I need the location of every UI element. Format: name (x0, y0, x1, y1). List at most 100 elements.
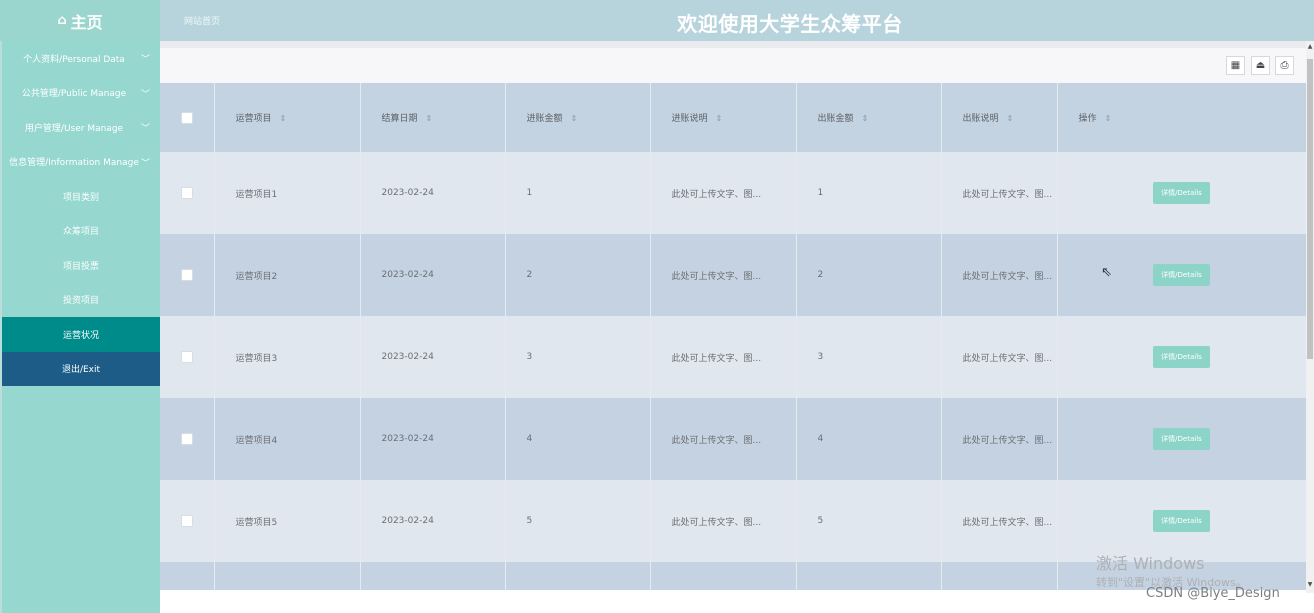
empty-cell (360, 562, 506, 590)
sidebar-menu-label: 用户管理/User Manage (24, 123, 124, 134)
chevron-down-icon: ﹀ (140, 124, 150, 134)
row-select-cell (160, 480, 215, 562)
column-header-label: 操作 (1078, 114, 1097, 124)
row-checkbox[interactable] (180, 515, 193, 527)
row-checkbox[interactable] (180, 269, 193, 281)
column-header[interactable]: 结算日期 ⇕ (360, 83, 506, 152)
watermark-line-1: 激活 Windows (1096, 554, 1205, 573)
details-button[interactable]: 详情/Details (1153, 264, 1210, 286)
cell-action: 详情/Details (1057, 316, 1307, 398)
sidebar-item-operation-status[interactable]: 运营状况 (2, 317, 160, 352)
cell-expense-note: 此处可上传文字、图... (941, 316, 1058, 398)
empty-cell (214, 562, 361, 590)
column-header[interactable]: 出账金额 ⇕ (796, 83, 942, 152)
empty-cell (796, 562, 942, 590)
sort-icon[interactable]: ⇕ (716, 114, 723, 123)
site-home-link[interactable]: 网站首页 (184, 14, 220, 27)
chevron-down-icon: ﹀ (140, 55, 150, 65)
row-checkbox[interactable] (180, 187, 193, 199)
sidebar-menu-information-manage[interactable]: 信息管理/Information Manage ﹀ (2, 145, 160, 180)
sidebar-item-project-category[interactable]: 项目类别 (2, 179, 160, 214)
cell-expense: 3 (796, 316, 942, 398)
csdn-credit: CSDN @Biye_Design (1146, 586, 1280, 601)
windows-activation-watermark: 激活 Windows 转到"设置"以激活 Windows。 (1096, 550, 1247, 590)
cell-project: 运营项目1 (214, 152, 361, 234)
scroll-down-icon[interactable]: ▼ (1306, 581, 1314, 588)
sidebar-menu-user-manage[interactable]: 用户管理/User Manage ﹀ (2, 110, 160, 145)
row-checkbox[interactable] (180, 433, 193, 445)
sidebar-menu-label: 公共管理/Public Manage (21, 89, 127, 100)
cell-expense: 1 (796, 152, 942, 234)
details-button[interactable]: 详情/Details (1153, 510, 1210, 532)
cell-action: 详情/Details (1057, 152, 1307, 234)
column-header-label: 结算日期 (381, 114, 418, 124)
column-header[interactable]: 运营项目 ⇕ (214, 83, 361, 152)
cell-project: 运营项目2 (214, 234, 361, 316)
sidebar-menu-public-manage[interactable]: 公共管理/Public Manage ﹀ (2, 76, 160, 111)
column-header-label: 进账金额 (526, 114, 563, 124)
column-header[interactable]: 进账金额 ⇕ (505, 83, 651, 152)
sidebar-item-investment-projects[interactable]: 投资项目 (2, 283, 160, 318)
empty-cell (650, 562, 797, 590)
chevron-down-icon: ﹀ (140, 89, 150, 100)
column-header[interactable]: 进账说明 ⇕ (650, 83, 797, 152)
scrollbar-thumb[interactable] (1307, 59, 1313, 359)
cell-income-note: 此处可上传文字、图... (650, 152, 797, 234)
cell-action: 详情/Details (1057, 234, 1307, 316)
cell-date: 2023-02-24 (360, 152, 506, 234)
vertical-scrollbar[interactable]: ▲ ▼ (1306, 41, 1314, 593)
home-link[interactable]: ⌂ 主页 (0, 0, 160, 41)
cell-expense: 2 (796, 234, 942, 316)
cell-date: 2023-02-24 (360, 398, 506, 480)
columns-icon[interactable]: ▦ (1226, 56, 1245, 75)
content-top-strip (160, 41, 1306, 48)
cell-income: 4 (505, 398, 651, 480)
table-row: 运营项目1 2023-02-24 1 此处可上传文字、图... 1 此处可上传文… (160, 152, 1307, 234)
table-header-row: 运营项目 ⇕ 结算日期 ⇕ 进账金额 ⇕ 进账说明 ⇕ 出账金额 ⇕ 出账说明 ⇕ 操作 ⇕ (160, 83, 1307, 152)
chevron-down-icon: ﹀ (140, 158, 150, 169)
scroll-up-icon[interactable]: ▲ (1306, 43, 1314, 50)
cell-income-note: 此处可上传文字、图... (650, 234, 797, 316)
empty-cell (160, 562, 215, 590)
select-all-cell (160, 83, 215, 152)
sort-icon[interactable]: ⇕ (571, 114, 578, 123)
sidebar-menu-label: 个人资料/Personal Data (23, 54, 125, 65)
cell-income-note: 此处可上传文字、图... (650, 480, 797, 562)
sort-icon[interactable]: ⇕ (280, 114, 287, 123)
column-header-label: 运营项目 (235, 114, 272, 124)
cell-income-note: 此处可上传文字、图... (650, 316, 797, 398)
table-row: 运营项目4 2023-02-24 4 此处可上传文字、图... 4 此处可上传文… (160, 398, 1307, 480)
sidebar-item-exit[interactable]: 退出/Exit (2, 351, 160, 386)
sort-icon[interactable]: ⇕ (862, 114, 869, 123)
cell-expense-note: 此处可上传文字、图... (941, 152, 1058, 234)
empty-cell (941, 562, 1058, 590)
column-header[interactable]: 出账说明 ⇕ (941, 83, 1058, 152)
select-all-checkbox[interactable] (180, 111, 193, 124)
export-icon[interactable]: ⏏ (1251, 56, 1270, 75)
row-checkbox[interactable] (180, 351, 193, 363)
cell-expense-note: 此处可上传文字、图... (941, 234, 1058, 316)
sidebar-item-project-voting[interactable]: 项目投票 (2, 248, 160, 283)
cell-income: 1 (505, 152, 651, 234)
cell-expense: 5 (796, 480, 942, 562)
home-label: 主页 (70, 12, 103, 32)
details-button[interactable]: 详情/Details (1153, 428, 1210, 450)
sidebar-item-crowdfunding-projects[interactable]: 众筹项目 (2, 214, 160, 249)
sort-icon[interactable]: ⇕ (1007, 114, 1014, 123)
cell-project: 运营项目3 (214, 316, 361, 398)
details-button[interactable]: 详情/Details (1153, 182, 1210, 204)
cell-expense: 4 (796, 398, 942, 480)
table-toolbar: ▦ ⏏ ⎙ (160, 48, 1306, 83)
print-icon[interactable]: ⎙ (1275, 56, 1294, 75)
column-header[interactable]: 操作 ⇕ (1057, 83, 1307, 152)
sort-icon[interactable]: ⇕ (1105, 114, 1112, 123)
home-icon: ⌂ (57, 13, 67, 28)
cell-expense-note: 此处可上传文字、图... (941, 480, 1058, 562)
cell-date: 2023-02-24 (360, 316, 506, 398)
sidebar-menu-label: 信息管理/Information Manage (9, 158, 139, 169)
sidebar-menu-personal-data[interactable]: 个人资料/Personal Data ﹀ (2, 41, 160, 76)
cell-income: 3 (505, 316, 651, 398)
row-select-cell (160, 398, 215, 480)
sort-icon[interactable]: ⇕ (426, 114, 433, 123)
details-button[interactable]: 详情/Details (1153, 346, 1210, 368)
